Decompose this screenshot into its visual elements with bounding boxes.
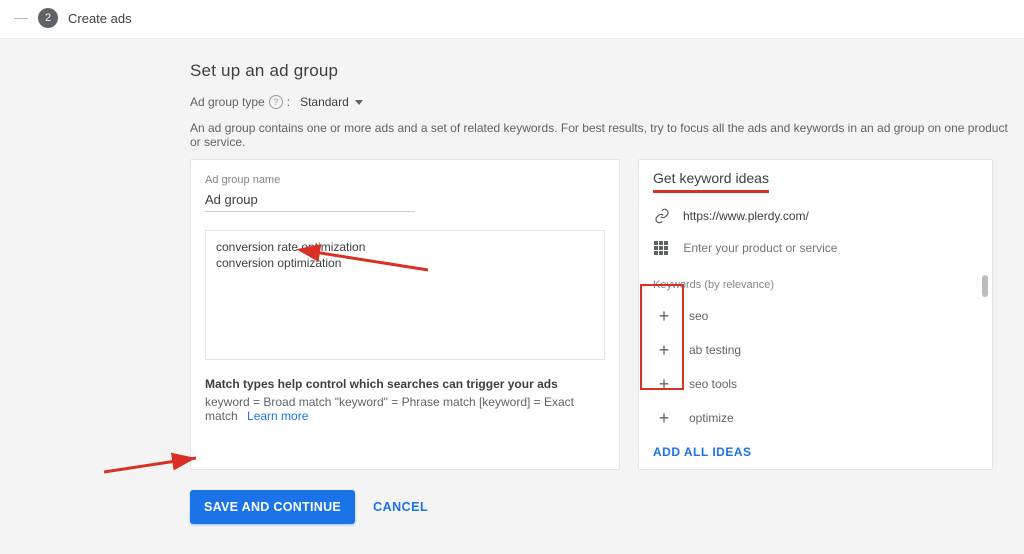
stepper-connector [14,18,28,19]
keywords-list-header-text: Keywords (by relevance) [653,279,774,291]
keyword-ideas-card: Get keyword ideas https://www.plerdy.com… [638,159,993,470]
learn-more-link[interactable]: Learn more [247,409,308,423]
button-row: SAVE AND CONTINUE CANCEL [190,490,1024,524]
match-types-line: keyword = Broad match "keyword" = Phrase… [205,395,605,423]
match-types-title: Match types help control which searches … [205,377,605,391]
save-and-continue-button[interactable]: SAVE AND CONTINUE [190,490,355,524]
add-keyword-button[interactable]: + [653,339,675,361]
url-row: https://www.plerdy.com/ [653,207,978,225]
ad-group-type-value: Standard [300,95,349,109]
add-keyword-button[interactable]: + [653,373,675,395]
step-number-badge: 2 [38,8,58,28]
stepper-header: 2 Create ads [0,0,1024,39]
keyword-row: + seo [653,299,978,333]
keyword-row: + seo tools [653,367,978,401]
cancel-button[interactable]: CANCEL [373,500,428,514]
page: 2 Create ads Set up an ad group Ad group… [0,0,1024,505]
link-icon [653,207,671,225]
product-row [653,239,978,257]
keywords-textarea[interactable] [205,230,605,360]
add-keyword-button[interactable]: + [653,305,675,327]
keyword-label: optimize [689,411,734,425]
chevron-down-icon [355,100,363,105]
keywords-list-header: Keywords (by relevance) [639,275,992,293]
add-keyword-button[interactable]: + [653,407,675,429]
page-title: Set up an ad group [190,61,1020,81]
add-all-ideas-button[interactable]: ADD ALL IDEAS [653,445,978,459]
canvas: Set up an ad group Ad group type ?: Stan… [0,39,1024,554]
content: Set up an ad group Ad group type ?: Stan… [190,61,1020,470]
scrollbar-thumb[interactable] [982,275,988,297]
ad-group-type-row: Ad group type ?: Standard [190,95,1020,109]
keyword-label: ab testing [689,343,741,357]
url-value[interactable]: https://www.plerdy.com/ [683,209,809,223]
keyword-label: seo [689,309,708,323]
keyword-ideas-title: Get keyword ideas [653,170,769,193]
step-label: Create ads [68,11,132,26]
keyword-row: + optimize [653,401,978,435]
description-text: An ad group contains one or more ads and… [190,121,1020,149]
ad-group-type-label: Ad group type [190,95,265,109]
ad-group-card: Ad group name Match types help control w… [190,159,620,470]
grid-icon [653,239,669,257]
help-icon[interactable]: ? [269,95,283,109]
product-service-input[interactable] [681,240,978,256]
match-types-info: Match types help control which searches … [205,377,605,423]
columns: Ad group name Match types help control w… [190,159,1020,470]
keyword-label: seo tools [689,377,737,391]
colon: : [287,95,290,109]
ad-group-name-label: Ad group name [205,174,605,186]
step-number: 2 [45,12,51,24]
ad-group-type-dropdown[interactable]: Standard [300,95,363,109]
keywords-list: + seo + ab testing + seo tools + [639,299,992,435]
keyword-row: + ab testing [653,333,978,367]
ad-group-name-input[interactable] [205,190,415,212]
